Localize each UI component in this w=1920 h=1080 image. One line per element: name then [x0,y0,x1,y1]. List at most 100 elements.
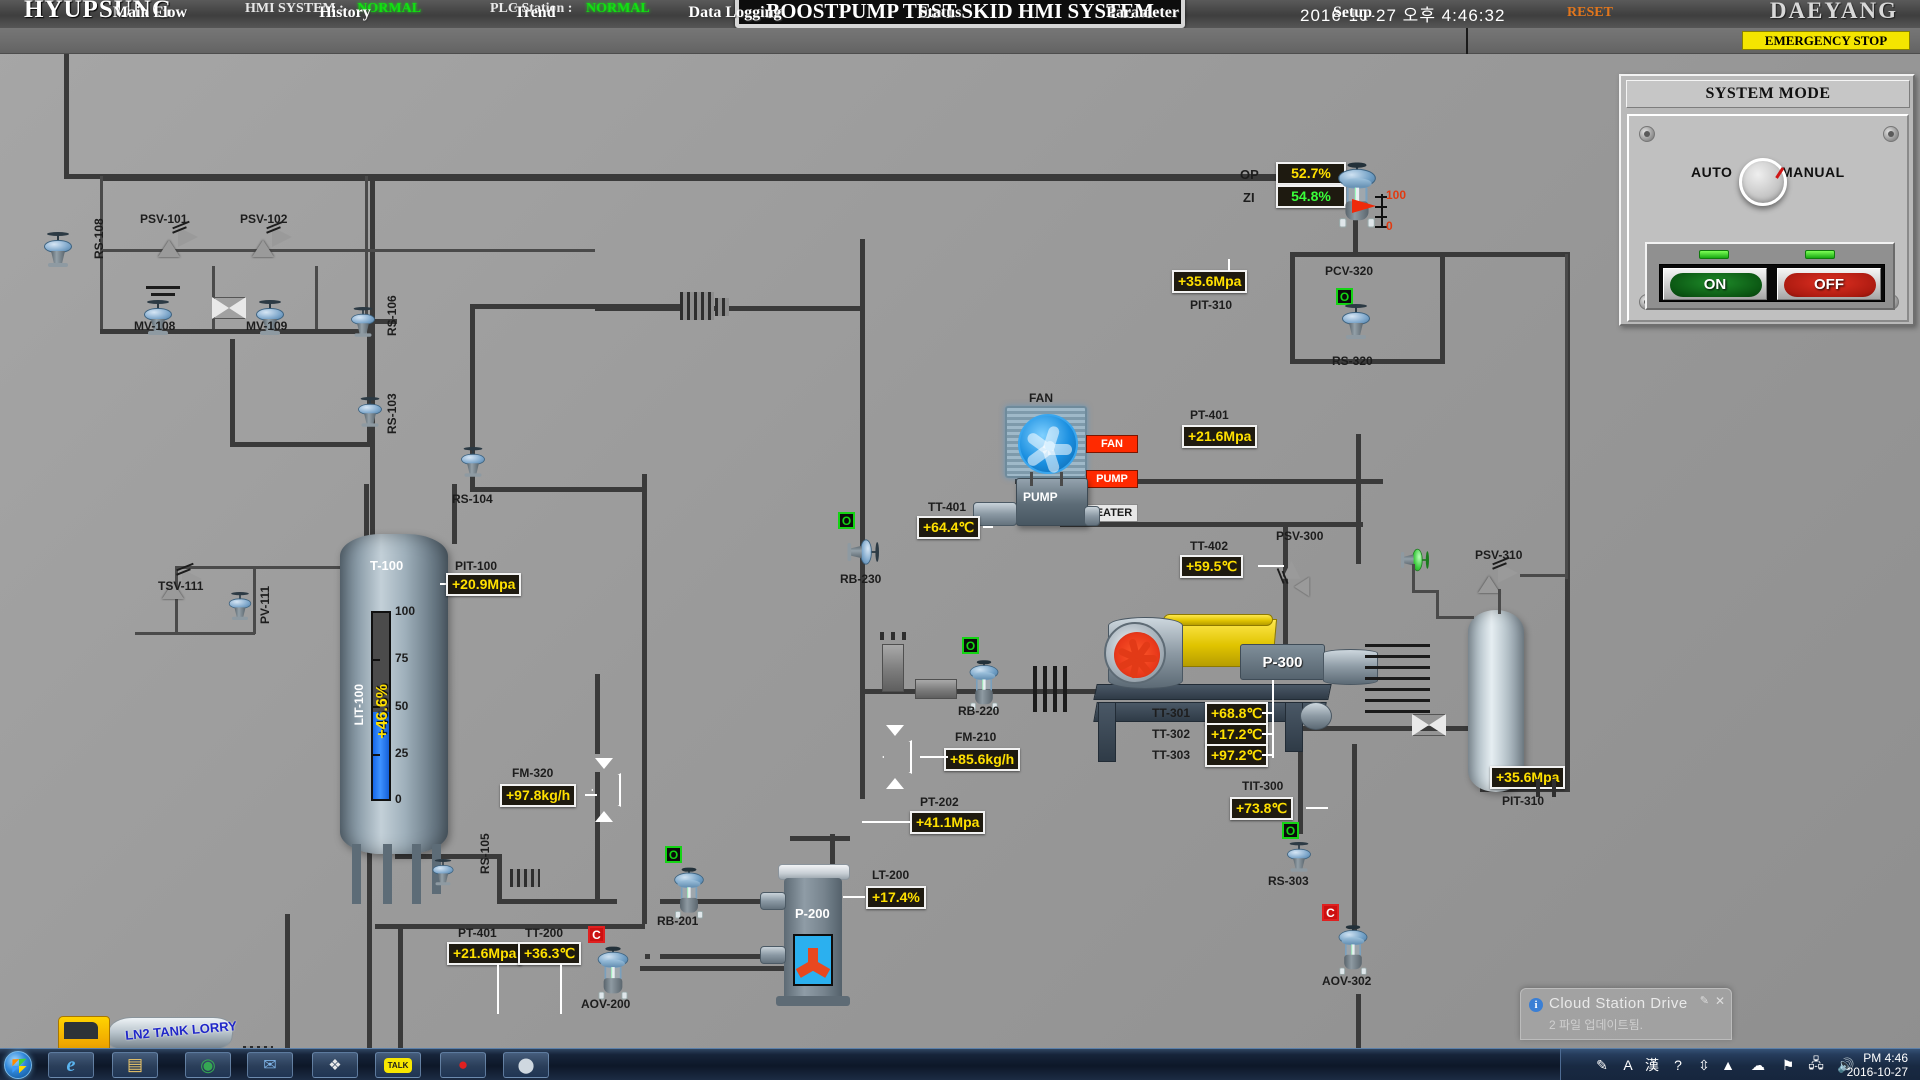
menu-item-parameter[interactable]: Parameter [1060,2,1225,24]
valve-rb-220[interactable] [967,660,1001,710]
pin-icon[interactable]: ✎ [1700,994,1709,1007]
label-psv-310: PSV-310 [1475,548,1523,562]
valve-psv-102[interactable] [252,220,298,258]
taskbar-recorder[interactable]: ● [440,1052,486,1078]
taskbar-google-chrome[interactable]: ◉ [185,1052,231,1078]
valve-psv-300[interactable] [1276,555,1311,597]
pen-icon[interactable]: ✎ [1593,1056,1611,1074]
label-aov-200: AOV-200 [581,997,631,1011]
valve-psv-310[interactable] [1478,556,1524,594]
valve-rs-108[interactable] [40,232,76,272]
emergency-stop-button[interactable]: EMERGENCY STOP [1742,31,1910,50]
lead-pt-202 [862,821,910,823]
valve-rs-106[interactable] [348,307,379,341]
pipe-rs108-riser [64,54,69,179]
valve-aov-200[interactable] [595,946,631,1000]
pipe-psv310-out [1520,574,1568,577]
alarm-fan[interactable]: FAN [1086,435,1138,453]
cloud-station-toast[interactable]: i Cloud Station Drive 2 파일 업데이트됨. ✎ ✕ [1520,988,1732,1040]
level-label-100: 100 [395,604,416,618]
valve-rs-320[interactable] [1338,304,1374,344]
label-tt-302: TT-302 [1152,727,1191,741]
show-hidden-icon[interactable]: ▲ [1719,1056,1737,1074]
taskbar-internet-explorer[interactable]: e [48,1052,94,1078]
info-icon: i [1529,998,1543,1012]
label-zi: ZI [1243,190,1255,205]
valve-rb-201[interactable] [672,867,706,919]
fan-disc [1018,414,1078,475]
start-button-icon[interactable] [4,1051,32,1079]
close-icon[interactable]: ✕ [1715,994,1725,1008]
on-button[interactable]: ON [1663,268,1767,300]
lead-tt-303 [1262,754,1274,756]
valve-rs-104[interactable] [458,447,489,481]
help-icon[interactable]: ? [1669,1056,1687,1074]
label-rb-201: RB-201 [657,914,699,928]
p200-sight-glass [793,934,833,986]
power-button-frame: ON OFF [1659,264,1885,302]
mode-selector-knob[interactable] [1739,158,1787,206]
p300-seal-pot [1300,702,1332,730]
menu-item-setup[interactable]: Setup [1275,2,1430,24]
toast-title: Cloud Station Drive [1549,995,1688,1012]
pipe-vent-to-vessel [1436,616,1474,619]
bellows-top-2 [715,298,729,316]
valve-rs-105[interactable] [430,859,457,889]
ime-hanja-icon[interactable]: 漢 [1643,1056,1661,1074]
alarm-pump[interactable]: PUMP [1086,470,1138,488]
taskbar-file-explorer[interactable]: ▤ [112,1052,158,1078]
p200-base-foot [776,996,850,1006]
menu-item-main-flow[interactable]: Main Flow [60,2,240,24]
tank-leg-2 [383,844,392,904]
label-pump: PUMP [1023,490,1058,504]
valve-rs-103[interactable] [355,397,386,431]
action-center-icon[interactable]: ⚑ [1779,1056,1797,1074]
taskbar-kakaotalk[interactable]: TALK [375,1052,421,1078]
pipe-pt401-drop [1356,434,1361,482]
tray-clock[interactable]: PM 4:46 2016-10-27 [1847,1051,1908,1079]
menu-item-data-logging[interactable]: Data Logging [645,2,825,24]
readout-pt-401: +21.6Mpa [1182,425,1258,448]
cloud-icon[interactable]: ☁ [1749,1056,1767,1074]
pipe-vent-down [1412,564,1415,592]
valve-rs-303[interactable] [1284,842,1315,876]
network-tray-icon[interactable]: 🖧 [1807,1055,1825,1074]
valve-pv-111[interactable] [226,592,255,624]
lead-lt-200 [843,896,865,898]
label-pt-401-low: PT-401 [458,926,497,940]
label-aov-302: AOV-302 [1322,974,1372,988]
reset-button[interactable]: RESET [1545,3,1635,23]
lead-tt-302 [1262,733,1274,735]
label-pit-100: PIT-100 [455,559,498,573]
valve-psv-101[interactable] [158,220,204,258]
bellows-top-1 [680,292,714,320]
level-label-25: 25 [395,746,409,760]
spool-rb220 [915,679,957,699]
pcv-scale-spine [1381,194,1383,228]
label-tt-301: TT-301 [1152,706,1191,720]
valve-rb-230[interactable] [843,536,879,568]
taskbar-thunderbird[interactable]: ✉ [247,1052,293,1078]
ime-alpha-icon[interactable]: A [1619,1056,1637,1074]
label-rs-106: RS-106 [385,295,399,336]
level-label-0: 0 [395,792,402,806]
status-rb-230: O [838,512,855,529]
taskbar-network-app[interactable]: ❖ [312,1052,358,1078]
menu-item-status[interactable]: Status [865,2,1015,24]
valve-aov-302[interactable] [1336,925,1370,975]
taskbar-sync-app[interactable]: ⬤ [503,1052,549,1078]
resize-icon[interactable]: ⇳ [1695,1056,1713,1074]
label-lit-100: LIT-100 [352,684,366,726]
valve-check-vessel-in[interactable] [1412,714,1446,736]
pipe-fm320-up [595,674,600,754]
label-rb-220: RB-220 [958,704,1000,718]
valve-pcv-320[interactable] [1335,162,1379,228]
coil-rb220 [1033,666,1071,712]
menu-item-history[interactable]: History [265,2,425,24]
menu-item-trend[interactable]: Trend [455,2,615,24]
lead-fm-320 [585,794,597,796]
pipe-psv-bus [100,176,1290,181]
label-tit-300: TIT-300 [1242,779,1284,793]
valve-mixer-bowtie[interactable] [212,297,246,319]
off-button[interactable]: OFF [1777,268,1881,300]
